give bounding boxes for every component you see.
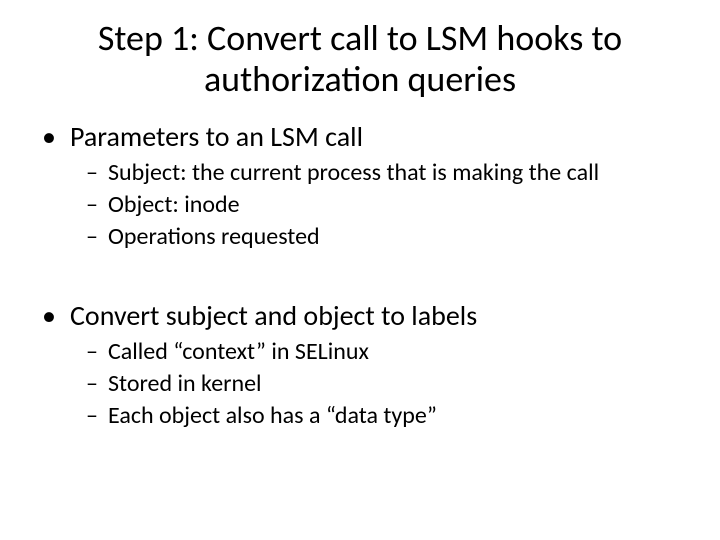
bullet-text: Called “context” in SELinux — [108, 337, 680, 367]
bullet-level2: – Each object also has a “data type” — [40, 401, 680, 431]
bullet-level2: – Operations requested — [40, 222, 680, 252]
dash-marker: – — [86, 158, 108, 188]
bullet-level2: – Subject: the current process that is m… — [40, 158, 680, 188]
slide: Step 1: Convert call to LSM hooks to aut… — [0, 0, 720, 540]
bullet-text: Stored in kernel — [108, 369, 680, 399]
dash-marker: – — [86, 369, 108, 399]
slide-title: Step 1: Convert call to LSM hooks to aut… — [30, 18, 690, 101]
bullet-text: Operations requested — [108, 222, 680, 252]
dash-marker: – — [86, 190, 108, 220]
bullet-text: Object: inode — [108, 190, 680, 220]
bullet-level2: – Stored in kernel — [40, 369, 680, 399]
bullet-text: Parameters to an LSM call — [70, 119, 680, 154]
slide-body: • Parameters to an LSM call – Subject: t… — [30, 119, 690, 431]
bullet-level2: – Object: inode — [40, 190, 680, 220]
dash-marker: – — [86, 337, 108, 367]
bullet-level1: • Parameters to an LSM call — [40, 119, 680, 154]
bullet-text: Subject: the current process that is mak… — [108, 158, 680, 188]
bullet-level2: – Called “context” in SELinux — [40, 337, 680, 367]
bullet-text: Each object also has a “data type” — [108, 401, 680, 431]
bullet-marker: • — [40, 119, 70, 154]
bullet-text: Convert subject and object to labels — [70, 298, 680, 333]
dash-marker: – — [86, 222, 108, 252]
bullet-marker: • — [40, 298, 70, 333]
dash-marker: – — [86, 401, 108, 431]
spacer — [40, 254, 680, 288]
bullet-level1: • Convert subject and object to labels — [40, 298, 680, 333]
